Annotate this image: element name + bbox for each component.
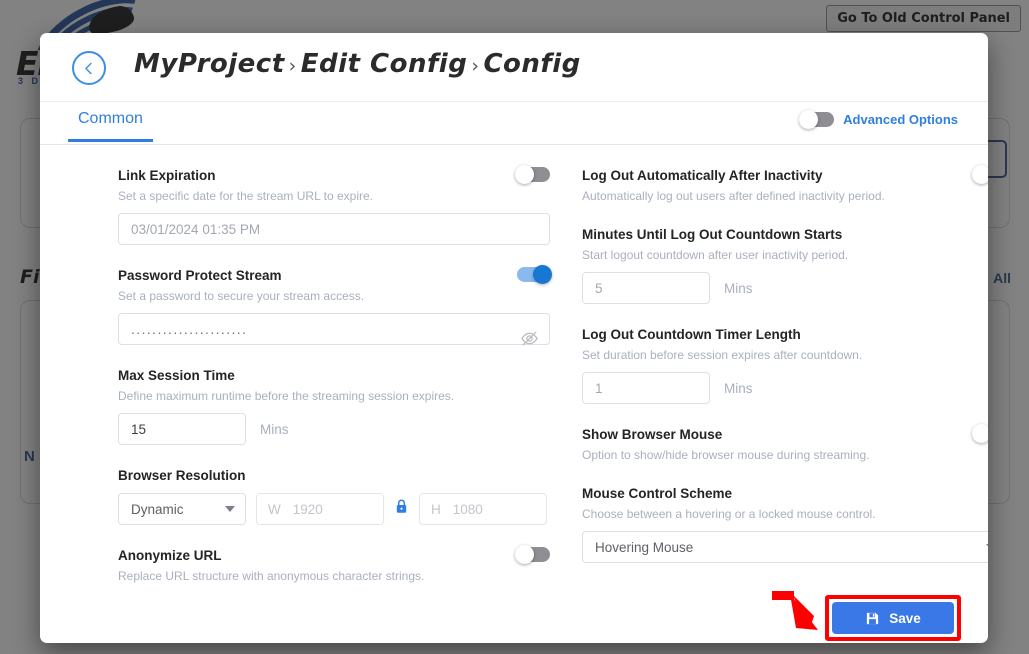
- password-protect-toggle[interactable]: [517, 265, 552, 284]
- lock-closed-icon[interactable]: [394, 498, 409, 520]
- eye-off-icon[interactable]: [520, 329, 539, 353]
- breadcrumb-page: Config: [483, 49, 581, 79]
- field-header: Show Browser Mouse Option to show/hide b…: [582, 424, 988, 463]
- field-link-expiration: Link Expiration Set a specific date for …: [118, 165, 550, 245]
- link-expiration-description: Set a specific date for the stream URL t…: [118, 189, 374, 203]
- password-input-wrap: ......................: [118, 313, 550, 346]
- back-button[interactable]: [72, 51, 106, 85]
- field-max-session-time: Max Session Time Define maximum runtime …: [118, 367, 550, 445]
- logout-countdown-timer-description: Set duration before session expires afte…: [582, 348, 863, 362]
- toggle-knob: [515, 545, 534, 564]
- width-prefix: W: [268, 501, 281, 517]
- advanced-options-toggle[interactable]: [799, 110, 835, 129]
- save-button[interactable]: Save: [832, 602, 954, 634]
- modal-footer: Save: [40, 591, 988, 643]
- mouse-control-scheme-select[interactable]: Hovering Mouse: [582, 531, 988, 563]
- minutes-until-logout-description: Start logout countdown after user inacti…: [582, 248, 849, 262]
- save-button-highlight: Save: [825, 595, 961, 641]
- breadcrumb-separator-1: ›: [288, 55, 297, 77]
- anonymize-url-description: Replace URL structure with anonymous cha…: [118, 569, 425, 583]
- password-masked-value: ......................: [131, 321, 248, 337]
- field-password-protect-stream: Password Protect Stream Set a password t…: [118, 265, 552, 346]
- tab-bar: Common Advanced Options: [40, 102, 988, 145]
- mouse-control-scheme-value: Hovering Mouse: [595, 539, 694, 555]
- field-anonymize-url: Anonymize URL Replace URL structure with…: [118, 545, 550, 584]
- max-session-time-unit: Mins: [260, 421, 289, 437]
- field-header: Password Protect Stream Set a password t…: [118, 265, 552, 304]
- browser-resolution-select[interactable]: Dynamic: [118, 493, 246, 525]
- mouse-control-scheme-description: Choose between a hovering or a locked mo…: [582, 507, 876, 521]
- show-browser-mouse-label: Show Browser Mouse: [582, 427, 723, 442]
- save-button-label: Save: [889, 610, 921, 626]
- browser-resolution-value: Dynamic: [131, 501, 184, 517]
- arrow-left-icon: [84, 62, 92, 74]
- logout-countdown-timer-unit: Mins: [724, 380, 753, 396]
- mouse-control-scheme-label: Mouse Control Scheme: [582, 486, 733, 501]
- link-expiration-toggle[interactable]: [515, 165, 550, 184]
- max-session-time-input[interactable]: 15: [118, 413, 246, 445]
- log-out-automatically-toggle[interactable]: [972, 165, 988, 184]
- password-input[interactable]: ......................: [118, 313, 550, 345]
- max-session-time-row: 15 Mins: [118, 404, 550, 445]
- toggle-knob: [972, 165, 988, 184]
- minutes-until-logout-label: Minutes Until Log Out Countdown Starts: [582, 227, 843, 242]
- breadcrumb-separator-2: ›: [471, 55, 480, 77]
- field-browser-resolution: Browser Resolution Dynamic W 1920 H 1080: [118, 467, 550, 525]
- field-log-out-automatically: Log Out Automatically After Inactivity A…: [582, 165, 988, 204]
- show-browser-mouse-description: Option to show/hide browser mouse during…: [582, 448, 870, 462]
- log-out-automatically-description: Automatically log out users after define…: [582, 189, 885, 203]
- edit-config-modal: MyProject › Edit Config › Config Common Adva…: [40, 33, 988, 643]
- toggle-knob: [515, 165, 534, 184]
- field-mouse-control-scheme: Mouse Control Scheme Choose between a ho…: [582, 485, 988, 563]
- logout-countdown-timer-row: 1 Mins: [582, 363, 988, 404]
- browser-resolution-label: Browser Resolution: [118, 468, 246, 483]
- field-header: Link Expiration Set a specific date for …: [118, 165, 550, 204]
- anonymize-url-label: Anonymize URL: [118, 548, 222, 563]
- resolution-height-input[interactable]: H 1080: [419, 493, 547, 525]
- toggle-knob: [533, 265, 552, 284]
- form-column-right: Log Out Automatically After Inactivity A…: [582, 165, 988, 585]
- browser-resolution-row: Dynamic W 1920 H 1080: [118, 493, 550, 525]
- tab-common[interactable]: Common: [68, 107, 153, 142]
- modal-header: MyProject › Edit Config › Config: [40, 33, 988, 102]
- log-out-automatically-label: Log Out Automatically After Inactivity: [582, 168, 823, 183]
- breadcrumb: MyProject › Edit Config › Config: [134, 49, 581, 79]
- minutes-until-logout-unit: Mins: [724, 280, 753, 296]
- password-protect-label: Password Protect Stream: [118, 268, 282, 283]
- field-minutes-until-logout: Minutes Until Log Out Countdown Starts S…: [582, 226, 988, 304]
- minutes-until-logout-row: 5 Mins: [582, 263, 988, 304]
- floppy-disk-icon: [867, 612, 879, 624]
- resolution-width-input[interactable]: W 1920: [256, 493, 384, 525]
- height-prefix: H: [431, 501, 441, 517]
- anonymize-url-toggle[interactable]: [515, 545, 550, 564]
- show-browser-mouse-toggle[interactable]: [972, 424, 988, 443]
- password-protect-description: Set a password to secure your stream acc…: [118, 289, 365, 303]
- toggle-knob: [972, 424, 988, 443]
- config-form: Link Expiration Set a specific date for …: [40, 145, 988, 619]
- width-placeholder: 1920: [292, 501, 323, 517]
- height-placeholder: 1080: [452, 501, 483, 517]
- chevron-down-icon: [225, 506, 235, 512]
- link-expiration-label: Link Expiration: [118, 168, 216, 183]
- form-column-left: Link Expiration Set a specific date for …: [118, 165, 552, 606]
- breadcrumb-project[interactable]: MyProject: [134, 49, 285, 79]
- field-show-browser-mouse: Show Browser Mouse Option to show/hide b…: [582, 424, 988, 463]
- max-session-time-description: Define maximum runtime before the stream…: [118, 389, 455, 403]
- advanced-options-label[interactable]: Advanced Options: [843, 112, 958, 127]
- chevron-down-icon: [986, 544, 988, 550]
- breadcrumb-section[interactable]: Edit Config: [301, 49, 468, 79]
- field-header: Anonymize URL Replace URL structure with…: [118, 545, 550, 584]
- max-session-time-label: Max Session Time: [118, 368, 235, 383]
- link-expiration-input[interactable]: 03/01/2024 01:35 PM: [118, 213, 550, 245]
- logout-countdown-timer-label: Log Out Countdown Timer Length: [582, 327, 801, 342]
- toggle-knob: [799, 110, 819, 129]
- field-logout-countdown-timer: Log Out Countdown Timer Length Set durat…: [582, 326, 988, 404]
- logout-countdown-timer-input[interactable]: 1: [582, 372, 710, 404]
- field-header: Log Out Automatically After Inactivity A…: [582, 165, 988, 204]
- advanced-options-control: Advanced Options: [799, 110, 958, 129]
- minutes-until-logout-input[interactable]: 5: [582, 272, 710, 304]
